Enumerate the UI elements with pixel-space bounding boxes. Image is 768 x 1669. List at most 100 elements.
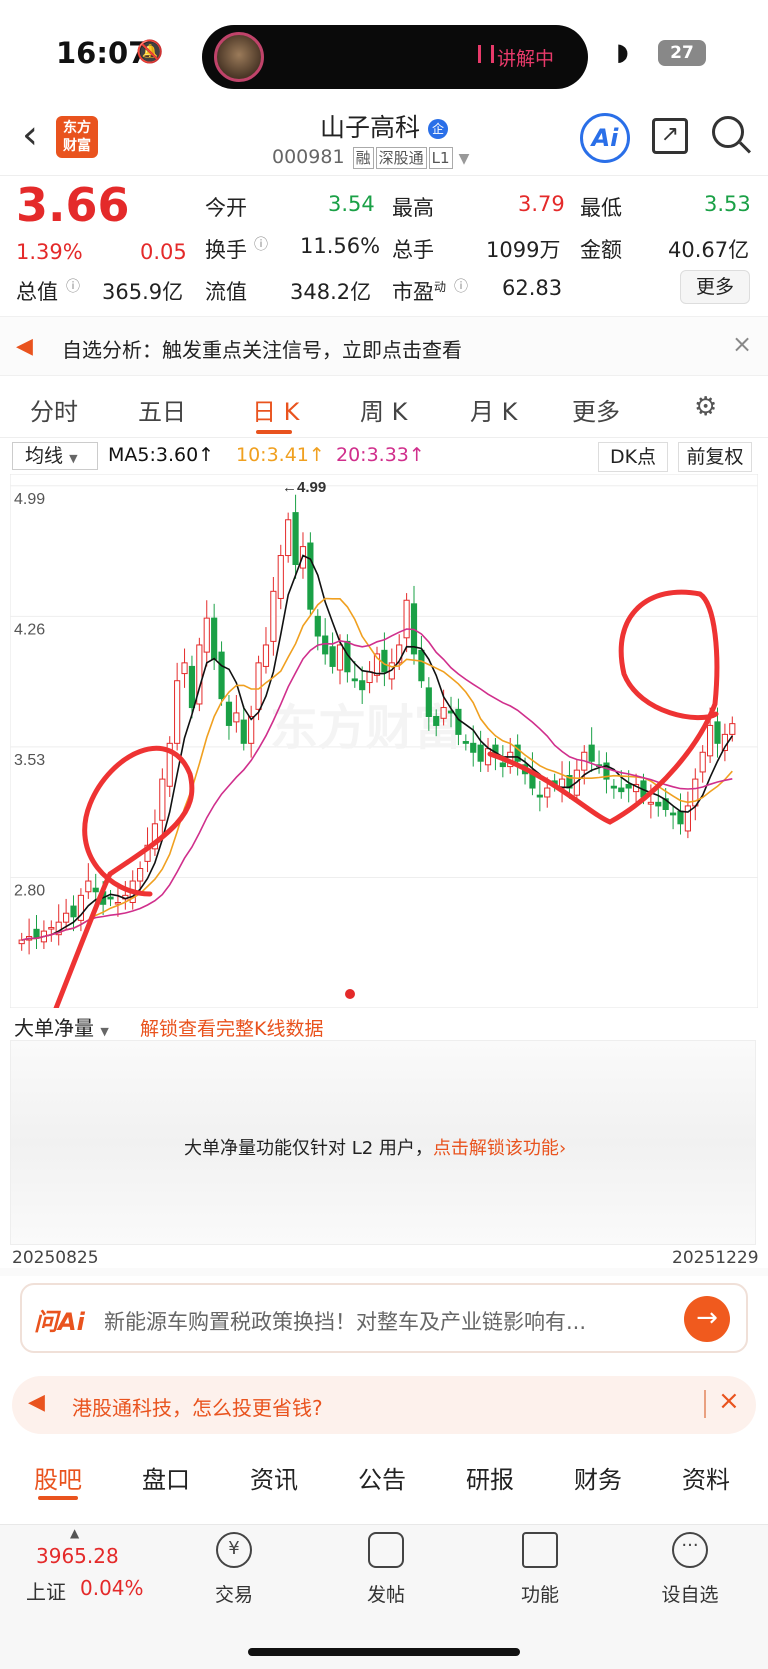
tab-weekly-k[interactable]: 周 K	[360, 392, 407, 427]
arrow-right-icon[interactable]: →	[684, 1296, 730, 1342]
tab-5day[interactable]: 五日	[138, 392, 186, 427]
home-indicator	[248, 1648, 520, 1656]
y-tick-label: 3.53	[14, 752, 45, 769]
low-value: 3.53	[704, 192, 751, 216]
amount-label: 金额	[580, 238, 622, 262]
ma-selector[interactable]: 均线 ▼	[12, 442, 98, 470]
candle-body	[359, 680, 366, 691]
tab-news[interactable]: 资讯	[250, 1460, 298, 1495]
candle-body	[225, 701, 233, 726]
ai-question[interactable]: 新能源车购置税政策换挡！对整车及产业链影响有...	[104, 1306, 674, 1336]
tag-connect: 深股通	[375, 147, 427, 169]
edit-icon[interactable]	[368, 1532, 404, 1568]
tab-forum[interactable]: 股吧	[34, 1460, 82, 1495]
float-value: 348.2亿	[290, 280, 372, 304]
index-value[interactable]: 3965.28	[36, 1544, 119, 1568]
add-watchlist-button[interactable]: 设自选	[650, 1580, 730, 1607]
promo-text[interactable]: 港股通科技，怎么投更省钱?	[72, 1392, 323, 1421]
trade-button[interactable]: 交易	[194, 1580, 274, 1607]
tag-level: L1	[428, 147, 453, 169]
battery-level: 27	[670, 43, 694, 63]
candle-body	[285, 519, 292, 557]
candle-body	[70, 905, 77, 918]
candle-body	[536, 794, 543, 798]
tab-announcements[interactable]: 公告	[358, 1460, 406, 1495]
features-button[interactable]: 功能	[500, 1580, 580, 1607]
candle-body	[403, 599, 410, 639]
tab-research[interactable]: 研报	[466, 1460, 514, 1495]
close-icon[interactable]: ×	[732, 330, 752, 358]
tab-orderbook[interactable]: 盘口	[142, 1460, 190, 1495]
dk-button[interactable]: DK点	[598, 442, 668, 472]
kline-chart[interactable]: 4.99 4.26 3.53 2.80 东方财富 ←4.99	[10, 474, 758, 1008]
candle-body	[233, 712, 240, 723]
candle-body	[433, 716, 440, 726]
candle-body	[211, 617, 218, 660]
live-avatar[interactable]	[214, 32, 264, 82]
adjust-button[interactable]: 前复权	[678, 442, 752, 472]
tab-monthly-k[interactable]: 月 K	[470, 392, 517, 427]
l2-message-text: 大单净量功能仅针对 L2 用户，	[184, 1138, 433, 1159]
candle-body	[85, 880, 92, 893]
candle-body	[181, 662, 188, 675]
info-icon[interactable]: ⓘ	[254, 234, 268, 254]
divider	[0, 1268, 768, 1276]
ai-button[interactable]: Ai	[580, 113, 630, 163]
unlock-link[interactable]: 点击解锁该功能	[433, 1138, 559, 1159]
grid-icon[interactable]	[522, 1532, 558, 1568]
live-label[interactable]: 讲解中	[497, 44, 554, 71]
tab-profile[interactable]: 资料	[682, 1460, 730, 1495]
tag-margin: 融	[352, 147, 374, 169]
yen-exchange-icon[interactable]: ¥	[216, 1532, 252, 1568]
index-name[interactable]: 上证	[26, 1576, 66, 1605]
candle-body	[729, 723, 736, 735]
y-tick-label: 4.26	[14, 621, 45, 638]
candle-body	[625, 783, 632, 789]
candle-body	[499, 762, 506, 768]
candle-body	[92, 887, 99, 893]
info-icon[interactable]: ⓘ	[66, 276, 80, 296]
more-button[interactable]: 更多	[680, 270, 750, 304]
index-change: 0.04%	[80, 1576, 144, 1600]
candle-body	[418, 649, 425, 682]
open-value: 3.54	[328, 192, 375, 216]
promo-divider	[704, 1390, 706, 1418]
candle-body	[107, 896, 114, 900]
candle-body	[470, 742, 477, 753]
candle-body	[137, 868, 144, 882]
info-icon[interactable]: ⓘ	[454, 276, 468, 296]
watermark: 东方财富	[270, 700, 462, 756]
candle-body	[218, 651, 225, 700]
close-icon[interactable]: ×	[718, 1386, 740, 1416]
more-dots-icon[interactable]: ···	[672, 1532, 708, 1568]
share-icon[interactable]: ↗	[652, 118, 688, 154]
candle-body	[314, 615, 321, 637]
gear-icon[interactable]: ⚙	[694, 392, 717, 422]
tab-financials[interactable]: 财务	[574, 1460, 622, 1495]
candle-body	[462, 741, 469, 744]
candle-body	[610, 785, 617, 789]
y-tick-label: 2.80	[14, 882, 45, 899]
notice-text[interactable]: 自选分析：触发重点关注信号，立即点击查看	[62, 334, 462, 363]
candle-body	[329, 646, 336, 667]
unlock-hint[interactable]: 解锁查看完整K线数据	[140, 1014, 323, 1041]
post-button[interactable]: 发帖	[346, 1580, 426, 1607]
ma10-label: 10:3.41↑	[236, 444, 325, 466]
candle-body	[262, 644, 270, 667]
chevron-down-icon[interactable]: ▼	[459, 151, 470, 167]
stock-name-text: 山子高科	[320, 113, 421, 142]
tab-intraday[interactable]: 分时	[30, 392, 78, 427]
tab-indicator	[256, 430, 292, 434]
candle-body	[484, 748, 492, 766]
indicator-selector[interactable]: 大单净量 ▼	[14, 1012, 136, 1040]
pe-label-text: 市盈	[392, 280, 434, 304]
mcap-label: 总值	[16, 280, 58, 304]
tab-more[interactable]: 更多	[572, 392, 620, 427]
high-value: 3.79	[518, 192, 565, 216]
tab-daily-k[interactable]: 日 K	[252, 392, 299, 427]
high-label: 最高	[392, 196, 434, 220]
scroll-dot	[345, 989, 355, 999]
candle-body	[174, 680, 181, 744]
candle-body	[714, 721, 721, 744]
candle-body	[647, 801, 654, 805]
